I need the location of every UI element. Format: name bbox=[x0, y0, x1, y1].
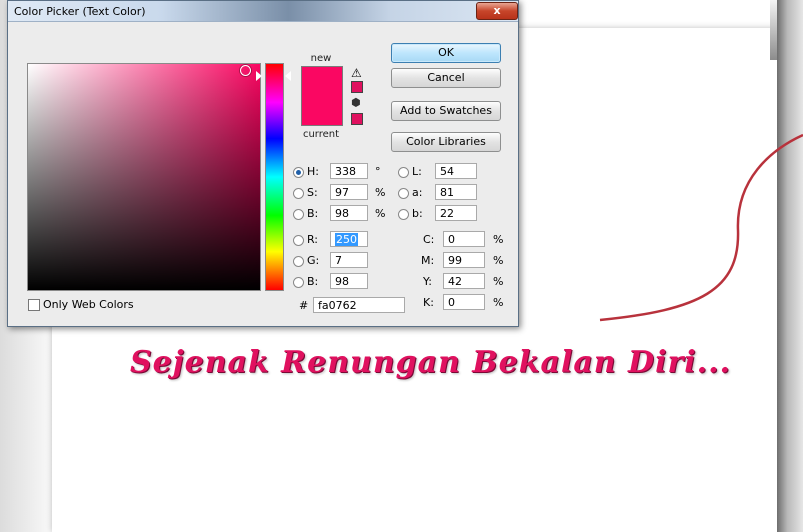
hue-slider[interactable] bbox=[265, 63, 284, 291]
lab-a-row: a: 81 bbox=[398, 184, 498, 202]
dialog-title: Color Picker (Text Color) bbox=[14, 5, 146, 18]
green-input[interactable]: 7 bbox=[330, 252, 368, 268]
black-unit: % bbox=[493, 296, 504, 309]
hue-input[interactable]: 338 bbox=[330, 163, 368, 179]
brightness-unit: % bbox=[375, 207, 386, 220]
new-color-swatch bbox=[301, 66, 343, 99]
magenta-label: M: bbox=[421, 254, 435, 267]
hue-label: H: bbox=[307, 165, 319, 178]
saturation-radio[interactable] bbox=[293, 188, 304, 199]
lab-l-input[interactable]: 54 bbox=[435, 163, 477, 179]
cyan-row: C: 0 % bbox=[423, 231, 513, 249]
close-button[interactable]: x bbox=[476, 2, 518, 20]
cyan-unit: % bbox=[493, 233, 504, 246]
yellow-label: Y: bbox=[423, 275, 432, 288]
brightness-label: B: bbox=[307, 207, 319, 220]
saturation-row: S: 97 % bbox=[293, 184, 393, 202]
hue-unit: ° bbox=[375, 165, 381, 178]
color-libraries-button[interactable]: Color Libraries bbox=[391, 132, 501, 152]
brightness-input[interactable]: 98 bbox=[330, 205, 368, 221]
blue-input[interactable]: 98 bbox=[330, 273, 368, 289]
hue-slider-left-arrow-icon[interactable] bbox=[256, 71, 262, 81]
red-radio[interactable] bbox=[293, 235, 304, 246]
lab-l-label: L: bbox=[412, 165, 422, 178]
color-picker-dialog: Color Picker (Text Color) x new current … bbox=[7, 0, 519, 327]
only-web-colors-label: Only Web Colors bbox=[43, 298, 134, 311]
magenta-input[interactable]: 99 bbox=[443, 252, 485, 268]
blue-radio[interactable] bbox=[293, 277, 304, 288]
current-color-swatch[interactable] bbox=[301, 97, 343, 126]
close-icon: x bbox=[493, 4, 501, 17]
green-label: G: bbox=[307, 254, 320, 267]
saturation-unit: % bbox=[375, 186, 386, 199]
cyan-input[interactable]: 0 bbox=[443, 231, 485, 247]
gamut-correction-swatch[interactable] bbox=[351, 81, 363, 93]
lab-b-row: b: 22 bbox=[398, 205, 498, 223]
tagline-text[interactable]: Sejenak Renungan Bekalan Diri... bbox=[130, 345, 731, 380]
cyan-label: C: bbox=[423, 233, 435, 246]
lab-a-radio[interactable] bbox=[398, 188, 409, 199]
hue-row: H: 338 ° bbox=[293, 163, 393, 181]
black-row: K: 0 % bbox=[423, 294, 513, 312]
lab-b-radio[interactable] bbox=[398, 209, 409, 220]
saturation-brightness-field[interactable] bbox=[27, 63, 261, 291]
only-web-colors-checkbox[interactable] bbox=[28, 299, 40, 311]
hue-slider-right-arrow-icon[interactable] bbox=[285, 71, 291, 81]
warning-icon[interactable]: ⚠ bbox=[351, 66, 362, 80]
decorative-curve bbox=[599, 133, 803, 322]
magenta-row: M: 99 % bbox=[421, 252, 513, 270]
cancel-button[interactable]: Cancel bbox=[391, 68, 501, 88]
hex-label: # bbox=[299, 299, 309, 312]
green-row: G: 7 bbox=[293, 252, 393, 270]
hue-radio[interactable] bbox=[293, 167, 304, 178]
magenta-unit: % bbox=[493, 254, 504, 267]
saturation-input[interactable]: 97 bbox=[330, 184, 368, 200]
lab-b-input[interactable]: 22 bbox=[435, 205, 477, 221]
yellow-input[interactable]: 42 bbox=[443, 273, 485, 289]
lab-b-label: b: bbox=[412, 207, 423, 220]
black-input[interactable]: 0 bbox=[443, 294, 485, 310]
yellow-unit: % bbox=[493, 275, 504, 288]
red-input-selection: 250 bbox=[335, 233, 358, 246]
red-label: R: bbox=[307, 233, 319, 246]
hex-input[interactable]: fa0762 bbox=[313, 297, 405, 313]
cube-icon[interactable]: ⬢ bbox=[351, 96, 361, 109]
ok-button[interactable]: OK bbox=[391, 43, 501, 63]
color-selection-marker[interactable] bbox=[240, 65, 251, 76]
brightness-radio[interactable] bbox=[293, 209, 304, 220]
lab-a-input[interactable]: 81 bbox=[435, 184, 477, 200]
brightness-row: B: 98 % bbox=[293, 205, 393, 223]
green-radio[interactable] bbox=[293, 256, 304, 267]
saturation-label: S: bbox=[307, 186, 318, 199]
blue-row: B: 98 bbox=[293, 273, 393, 291]
new-color-label: new bbox=[310, 53, 332, 64]
red-row: R: 250 bbox=[293, 231, 393, 249]
black-label: K: bbox=[423, 296, 434, 309]
red-input[interactable]: 250 bbox=[330, 231, 368, 247]
dialog-titlebar[interactable]: Color Picker (Text Color) x bbox=[8, 1, 518, 22]
lab-l-radio[interactable] bbox=[398, 167, 409, 178]
yellow-row: Y: 42 % bbox=[423, 273, 513, 291]
current-color-label: current bbox=[302, 129, 340, 140]
lab-l-row: L: 54 bbox=[398, 163, 498, 181]
add-to-swatches-button[interactable]: Add to Swatches bbox=[391, 101, 501, 121]
blue-label: B: bbox=[307, 275, 319, 288]
lab-a-label: a: bbox=[412, 186, 423, 199]
web-safe-swatch[interactable] bbox=[351, 113, 363, 125]
